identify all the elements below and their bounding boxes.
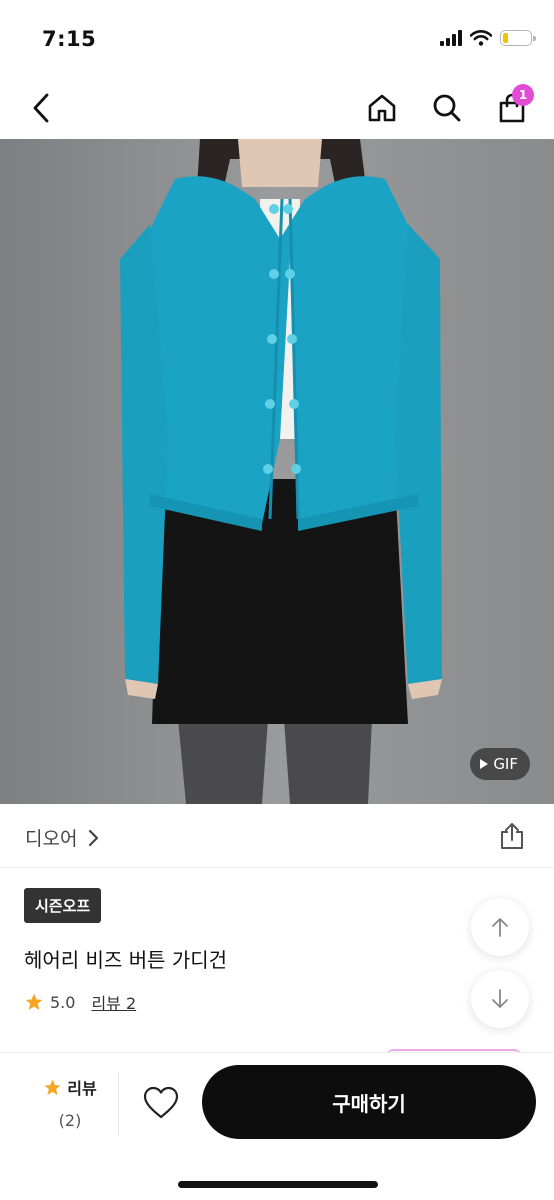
product-photo bbox=[0, 139, 554, 804]
season-off-tag: 시즌오프 bbox=[24, 888, 102, 923]
search-icon bbox=[433, 94, 461, 122]
share-button[interactable] bbox=[498, 822, 526, 850]
review-link[interactable]: 리뷰 2 bbox=[91, 990, 136, 1014]
rating-value: 5.0 bbox=[50, 992, 76, 1012]
back-button[interactable] bbox=[22, 88, 62, 128]
status-icons bbox=[440, 30, 536, 46]
star-icon bbox=[25, 993, 43, 1010]
review-label: 리뷰 bbox=[67, 1079, 97, 1098]
product-title: 헤어리 비즈 버튼 가디건 bbox=[24, 948, 228, 972]
brand-name: 디오어 bbox=[25, 828, 78, 850]
cart-count-badge: 1 bbox=[512, 84, 534, 106]
gif-label: GIF bbox=[493, 755, 518, 773]
chevron-right-icon bbox=[89, 829, 99, 846]
scroll-up-button[interactable] bbox=[471, 898, 529, 956]
arrow-up-icon bbox=[492, 918, 508, 937]
scroll-down-button[interactable] bbox=[471, 970, 529, 1028]
home-icon bbox=[368, 94, 396, 122]
star-icon bbox=[44, 1079, 61, 1095]
heart-icon bbox=[143, 1086, 179, 1119]
brand-link[interactable]: 디오어 bbox=[25, 824, 99, 851]
product-image[interactable]: GIF bbox=[0, 139, 554, 804]
play-icon bbox=[480, 759, 489, 769]
cellular-signal-icon bbox=[440, 30, 462, 46]
status-bar: 7:15 bbox=[0, 0, 554, 80]
review-count: (2) bbox=[58, 1111, 82, 1130]
review-summary[interactable]: 리뷰 (2) bbox=[24, 1075, 116, 1130]
brand-row: 디오어 bbox=[0, 804, 554, 868]
top-nav: 1 bbox=[0, 80, 554, 138]
wifi-icon bbox=[470, 30, 492, 46]
gif-play-button[interactable]: GIF bbox=[470, 748, 530, 780]
buy-button[interactable]: 구매하기 bbox=[202, 1065, 536, 1139]
bottom-action-bar: 리뷰 (2) 구매하기 bbox=[0, 1052, 554, 1200]
home-indicator bbox=[178, 1181, 378, 1188]
rating-row: 5.0 리뷰 2 bbox=[24, 990, 136, 1014]
share-icon bbox=[501, 823, 523, 849]
search-button[interactable] bbox=[427, 88, 467, 128]
arrow-down-icon bbox=[492, 989, 508, 1008]
back-icon bbox=[33, 93, 49, 123]
home-button[interactable] bbox=[362, 88, 402, 128]
divider bbox=[118, 1073, 119, 1135]
cart-button[interactable]: 1 bbox=[492, 84, 534, 128]
wishlist-button[interactable] bbox=[141, 1083, 181, 1123]
battery-icon bbox=[500, 30, 536, 46]
status-time: 7:15 bbox=[42, 27, 97, 51]
